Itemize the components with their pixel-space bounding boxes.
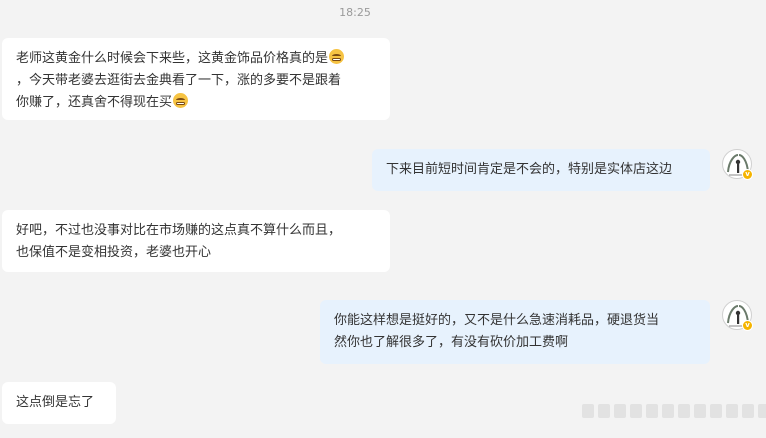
received-message-bubble[interactable]: 好吧，不过也没事对比在市场赚的这点真不算什么而且， 也保值不是变相投资，老婆也开… — [2, 210, 390, 272]
sent-message-bubble[interactable]: 你能这样想是挺好的，又不是什么急速消耗品，硬退货当 然你也了解很多了，有没有砍价… — [320, 300, 710, 364]
received-message-bubble[interactable]: 老师这黄金什么时候会下来些，这黄金饰品价格真的是 ，今天带老婆去逛街去金典看了一… — [2, 38, 390, 120]
verified-badge-icon: v — [742, 169, 753, 180]
sent-message-bubble[interactable]: 下来目前短时间肯定是不会的，特别是实体店这边 — [372, 149, 710, 191]
message-text: 你能这样想是挺好的，又不是什么急速消耗品，硬退货当 — [334, 313, 660, 328]
received-message-bubble[interactable]: 这点倒是忘了 — [2, 382, 116, 424]
message-text: 也保值不是变相投资，老婆也开心 — [16, 245, 212, 260]
grimace-emoji-icon — [173, 93, 189, 108]
message-text: 好吧，不过也没事对比在市场赚的这点真不算什么而且， — [16, 223, 342, 238]
message-text: 这点倒是忘了 — [16, 395, 95, 410]
message-text: 下来目前短时间肯定是不会的，特别是实体店这边 — [386, 162, 673, 177]
message-timestamp: 18:25 — [339, 6, 371, 19]
message-text: 然你也了解很多了，有没有砍价加工费啊 — [334, 335, 569, 350]
watermark — [582, 404, 766, 418]
user-avatar-icon[interactable]: v — [722, 149, 753, 180]
message-text: ，今天带老婆去逛街去金典看了一下，涨的多要不是跟着 — [16, 73, 342, 88]
verified-badge-icon: v — [742, 320, 753, 331]
user-avatar-icon[interactable]: v — [722, 300, 753, 331]
message-text: 你赚了，还真舍不得现在买 — [16, 95, 173, 110]
laughing-tears-emoji-icon — [329, 49, 345, 64]
message-text: 老师这黄金什么时候会下来些，这黄金饰品价格真的是 — [16, 51, 329, 66]
